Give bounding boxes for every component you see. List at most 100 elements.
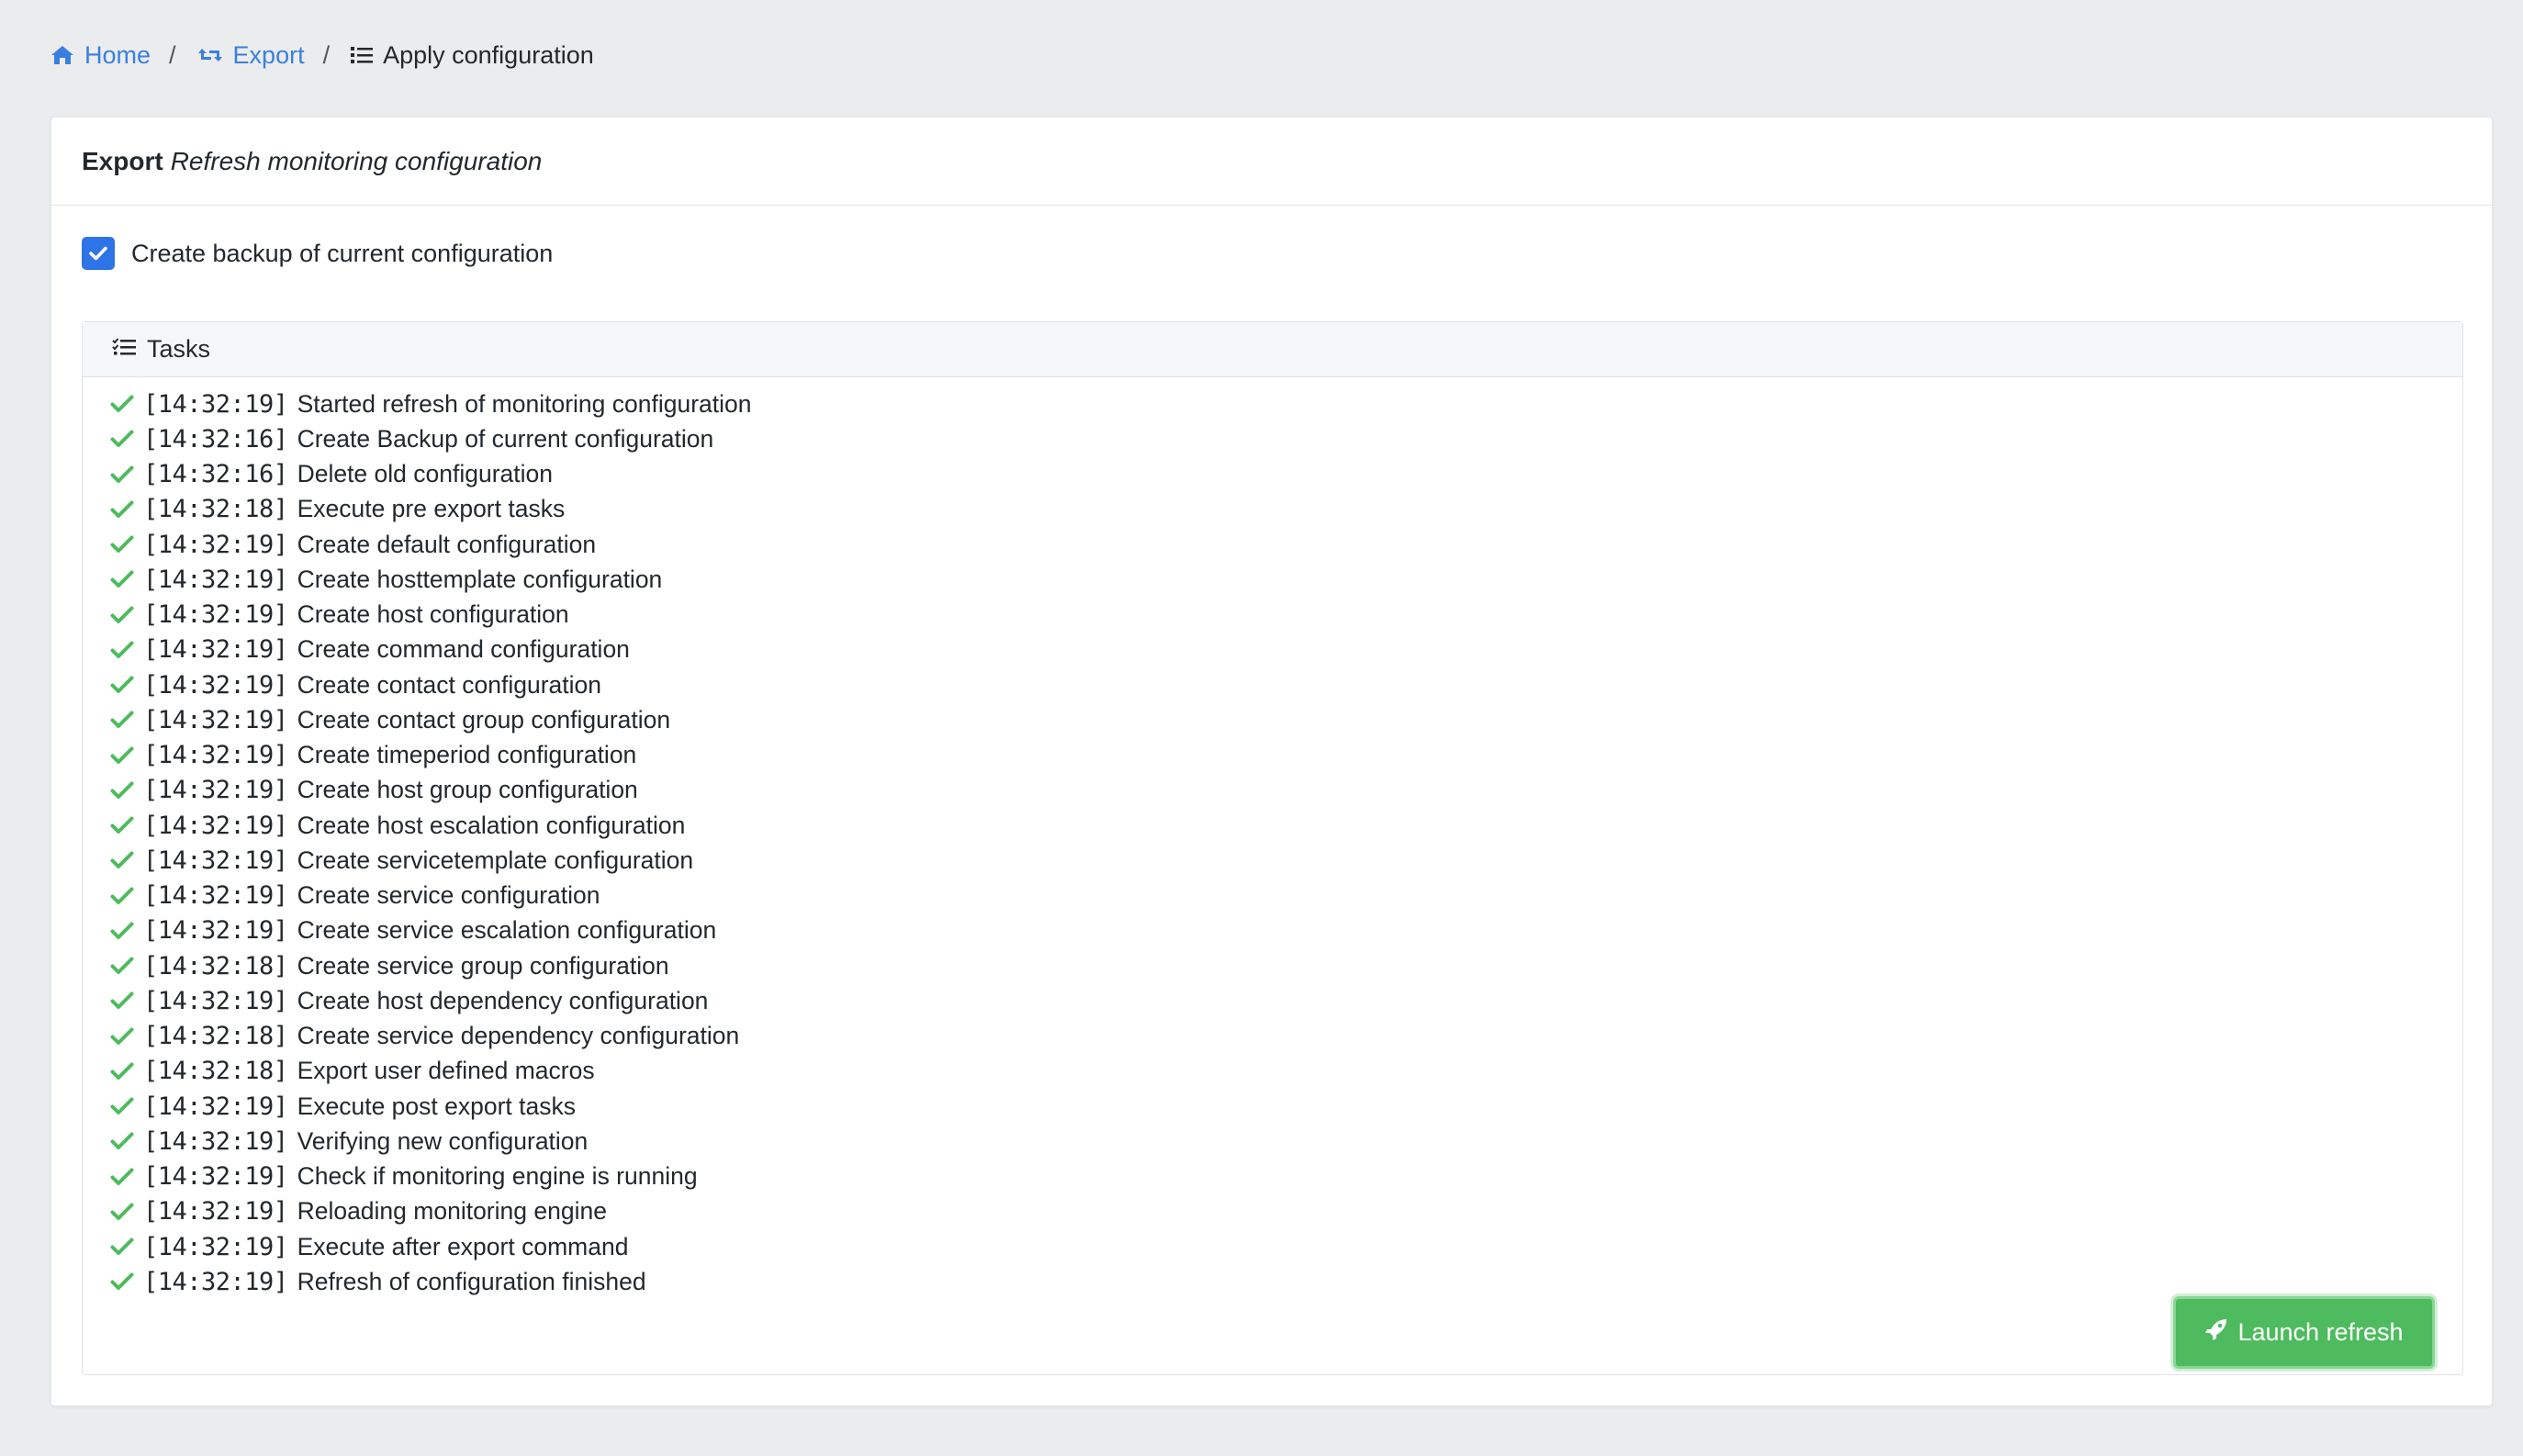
- checkmark-icon: [89, 246, 107, 261]
- breadcrumb-export-label: Export: [232, 40, 305, 69]
- task-item: [14:32:19] Create servicetemplate configu…: [110, 843, 2462, 878]
- check-icon: [110, 570, 136, 588]
- check-icon: [110, 1132, 136, 1150]
- check-icon: [110, 711, 136, 729]
- task-timestamp: [14:32:19]: [143, 600, 288, 630]
- check-icon: [110, 1203, 136, 1221]
- task-timestamp: [14:32:18]: [143, 495, 288, 524]
- task-item: [14:32:19] Create contact group configura…: [110, 702, 2462, 737]
- task-timestamp: [14:32:19]: [143, 389, 288, 419]
- task-item: [14:32:19] Verifying new configuration: [110, 1124, 2462, 1159]
- task-item: [14:32:19] Create host configuration: [110, 598, 2462, 633]
- task-item: [14:32:19] Started refresh of monitoring …: [110, 386, 2462, 421]
- export-card: Export Refresh monitoring configuration …: [50, 117, 2493, 1406]
- check-icon: [110, 500, 136, 519]
- backup-option[interactable]: Create backup of current configuration: [82, 237, 553, 270]
- task-item: [14:32:18] Create service group configura…: [110, 948, 2462, 983]
- list-icon: [350, 45, 374, 65]
- task-item: [14:32:16] Create Backup of current confi…: [110, 421, 2462, 456]
- task-item: [14:32:19] Create service configuration: [110, 879, 2462, 913]
- breadcrumb-export-link[interactable]: Export: [196, 41, 305, 70]
- task-text: Check if monitoring engine is running: [297, 1162, 698, 1191]
- check-icon: [110, 535, 136, 554]
- launch-refresh-label: Launch refresh: [2237, 1318, 2404, 1346]
- check-icon: [110, 816, 136, 834]
- check-icon: [110, 606, 136, 624]
- task-item: [14:32:16] Delete old configuration: [110, 457, 2462, 492]
- task-text: Reloading monitoring engine: [297, 1197, 607, 1226]
- task-text: Execute post export tasks: [297, 1092, 576, 1120]
- task-item: [14:32:19] Create host escalation configu…: [110, 808, 2462, 843]
- task-timestamp: [14:32:19]: [143, 986, 288, 1015]
- task-text: Execute after export command: [297, 1232, 629, 1260]
- card-header: Export Refresh monitoring configuration: [51, 118, 2492, 206]
- task-timestamp: [14:32:19]: [143, 741, 288, 770]
- check-icon: [110, 1238, 136, 1256]
- task-timestamp: [14:32:19]: [143, 1126, 288, 1156]
- task-text: Create host dependency configuration: [297, 986, 709, 1014]
- task-timestamp: [14:32:19]: [143, 1197, 288, 1226]
- breadcrumb-separator: /: [322, 40, 331, 69]
- check-icon: [110, 957, 136, 975]
- task-item: [14:32:19] Reloading monitoring engine: [110, 1194, 2462, 1229]
- task-text: Create host escalation configuration: [297, 811, 686, 839]
- task-item: [14:32:19] Refresh of configuration finis…: [110, 1264, 2462, 1299]
- breadcrumb-current-label: Apply configuration: [383, 40, 594, 69]
- check-icon: [110, 641, 136, 659]
- task-timestamp: [14:32:16]: [143, 460, 288, 489]
- tasks-header: Tasks: [83, 322, 2462, 377]
- task-text: Create Backup of current configuration: [297, 424, 714, 453]
- task-text: Create service dependency configuration: [297, 1022, 740, 1050]
- task-timestamp: [14:32:18]: [143, 951, 288, 980]
- tasks-panel: Tasks [14:32:19] Started refresh of monit…: [82, 321, 2463, 1375]
- task-text: Create host configuration: [297, 600, 569, 629]
- check-icon: [110, 430, 136, 448]
- backup-checkbox[interactable]: [82, 237, 115, 270]
- backup-label: Create backup of current configuration: [131, 239, 554, 267]
- task-text: Started refresh of monitoring configurat…: [297, 389, 752, 418]
- task-text: Create contact group configuration: [297, 705, 671, 734]
- task-item: [14:32:19] Create default configuration: [110, 527, 2462, 562]
- check-icon: [110, 922, 136, 940]
- task-item: [14:32:19] Create hosttemplate configurat…: [110, 562, 2462, 597]
- task-timestamp: [14:32:19]: [143, 776, 288, 805]
- task-timestamp: [14:32:19]: [143, 1267, 288, 1296]
- check-icon: [110, 887, 136, 905]
- task-timestamp: [14:32:19]: [143, 635, 288, 665]
- task-text: Create default configuration: [297, 530, 597, 558]
- task-item: [14:32:19] Create host dependency configu…: [110, 983, 2462, 1018]
- rocket-icon: [2204, 1317, 2228, 1348]
- task-text: Execute pre export tasks: [297, 495, 566, 523]
- task-item: [14:32:19] Execute after export command: [110, 1229, 2462, 1264]
- task-item: [14:32:19] Check if monitoring engine is …: [110, 1159, 2462, 1194]
- tasks-title: Tasks: [147, 335, 211, 363]
- check-icon: [110, 746, 136, 765]
- task-timestamp: [14:32:19]: [143, 881, 288, 911]
- task-text: Create hosttemplate configuration: [297, 565, 663, 593]
- task-item: [14:32:19] Execute post export tasks: [110, 1089, 2462, 1124]
- breadcrumb-separator: /: [169, 40, 176, 69]
- task-item: [14:32:18] Export user defined macros: [110, 1054, 2462, 1089]
- breadcrumb-current: Apply configuration: [350, 41, 594, 70]
- retweet-icon: [196, 45, 224, 65]
- task-timestamp: [14:32:19]: [143, 530, 288, 559]
- breadcrumb-home-label: Home: [84, 40, 151, 69]
- task-text: Refresh of configuration finished: [297, 1267, 646, 1295]
- task-item: [14:32:19] Create timeperiod configuratio…: [110, 738, 2462, 773]
- task-timestamp: [14:32:19]: [143, 1232, 288, 1261]
- home-icon: [50, 44, 75, 66]
- breadcrumb-home-link[interactable]: Home: [50, 41, 151, 70]
- task-text: Create command configuration: [297, 635, 630, 664]
- task-text: Export user defined macros: [297, 1057, 595, 1085]
- task-timestamp: [14:32:18]: [143, 1057, 288, 1086]
- task-timestamp: [14:32:19]: [143, 916, 288, 946]
- check-icon: [110, 395, 136, 413]
- task-text: Create host group configuration: [297, 776, 638, 804]
- task-timestamp: [14:32:16]: [143, 424, 288, 454]
- check-icon: [110, 1062, 136, 1081]
- task-text: Create service escalation configuration: [297, 916, 717, 945]
- launch-refresh-button[interactable]: Launch refresh: [2173, 1296, 2435, 1369]
- task-item: [14:32:19] Create host group configuratio…: [110, 773, 2462, 808]
- task-timestamp: [14:32:19]: [143, 811, 288, 840]
- breadcrumb: Home / Export / Apply configuration: [50, 39, 594, 72]
